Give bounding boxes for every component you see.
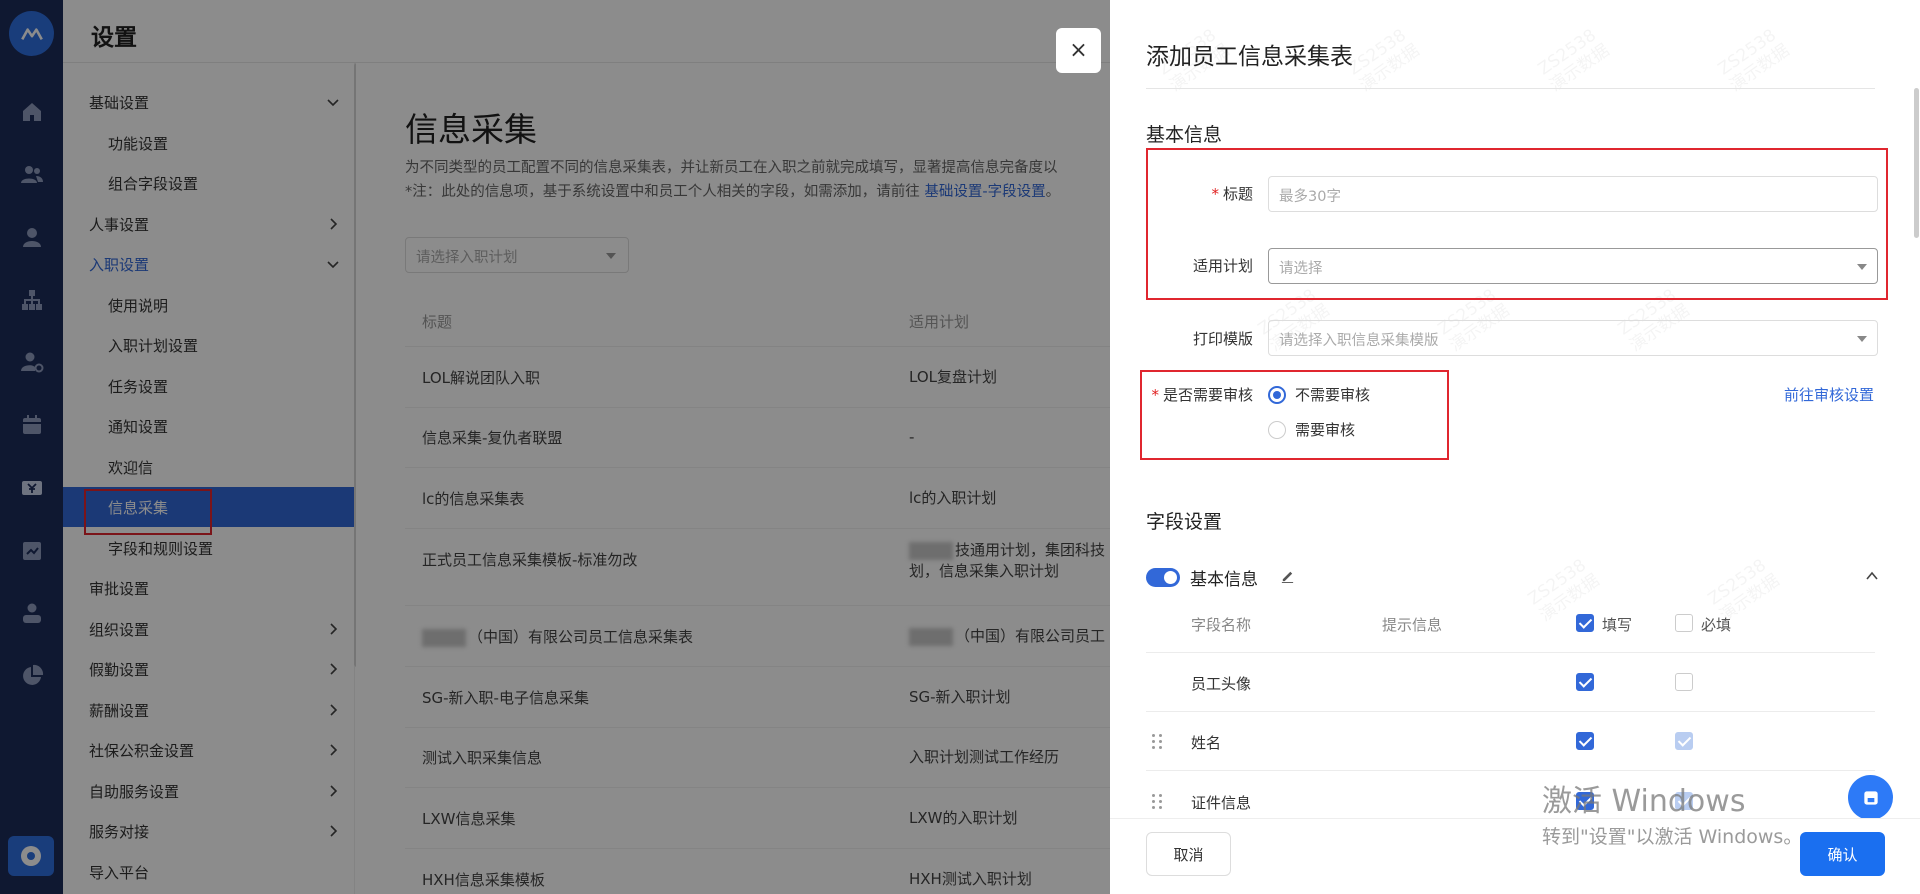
required-checkbox	[1675, 732, 1693, 750]
highlight-box-review	[1140, 370, 1449, 460]
cancel-button[interactable]: 取消	[1146, 832, 1231, 876]
basic-info-section-title: 基本信息	[1146, 124, 1223, 146]
field-id-info: 证件信息	[1191, 794, 1252, 812]
highlight-box-basic-fields	[1146, 148, 1888, 300]
add-form-drawer: ZS2538演示数据 ZS2538演示数据 ZS2538演示数据 ZS2538演…	[1110, 0, 1920, 894]
required-checkbox[interactable]	[1675, 673, 1693, 691]
divider	[1146, 770, 1875, 771]
required-checkbox	[1675, 792, 1693, 810]
chevron-up-icon[interactable]	[1864, 568, 1880, 584]
print-template-label: 打印模版	[1192, 330, 1253, 348]
group-enable-toggle[interactable]	[1146, 568, 1180, 587]
fill-checkbox[interactable]	[1576, 792, 1594, 810]
fill-all-checkbox[interactable]	[1576, 614, 1594, 632]
field-avatar: 员工头像	[1191, 675, 1252, 693]
group-name: 基本信息	[1190, 570, 1258, 590]
confirm-button[interactable]: 确认	[1800, 832, 1885, 876]
print-template-select[interactable]: 请选择入职信息采集模版	[1268, 320, 1878, 356]
fill-checkbox[interactable]	[1576, 673, 1594, 691]
review-settings-link[interactable]: 前往审核设置	[1784, 384, 1874, 405]
fill-checkbox[interactable]	[1576, 732, 1594, 750]
divider	[1146, 88, 1875, 89]
column-hint: 提示信息	[1382, 616, 1443, 634]
watermark: ZS2538演示数据	[1535, 24, 1614, 95]
required-all-checkbox[interactable]	[1675, 614, 1693, 632]
field-settings-section-title: 字段设置	[1146, 511, 1223, 533]
save-icon	[1863, 790, 1878, 805]
divider	[1146, 711, 1875, 712]
drawer-title: 添加员工信息采集表	[1146, 44, 1353, 70]
column-field-name: 字段名称	[1191, 616, 1252, 634]
drawer-footer: 取消 确认	[1110, 818, 1920, 894]
field-name: 姓名	[1191, 734, 1222, 752]
column-required: 必填	[1701, 616, 1732, 634]
close-drawer-button[interactable]: ×	[1056, 28, 1101, 73]
floating-action-button[interactable]	[1848, 775, 1893, 820]
edit-icon[interactable]	[1280, 568, 1295, 583]
drag-handle-icon[interactable]	[1152, 794, 1164, 810]
divider	[1146, 652, 1875, 653]
watermark: ZS2538演示数据	[1345, 24, 1424, 95]
modal-overlay[interactable]	[0, 0, 1110, 894]
drag-handle-icon[interactable]	[1152, 734, 1164, 750]
column-fill: 填写	[1602, 616, 1633, 634]
close-icon: ×	[1069, 38, 1088, 63]
watermark: ZS2538演示数据	[1715, 24, 1794, 95]
drawer-scrollbar[interactable]	[1914, 88, 1919, 238]
dropdown-caret-icon	[1857, 336, 1867, 342]
